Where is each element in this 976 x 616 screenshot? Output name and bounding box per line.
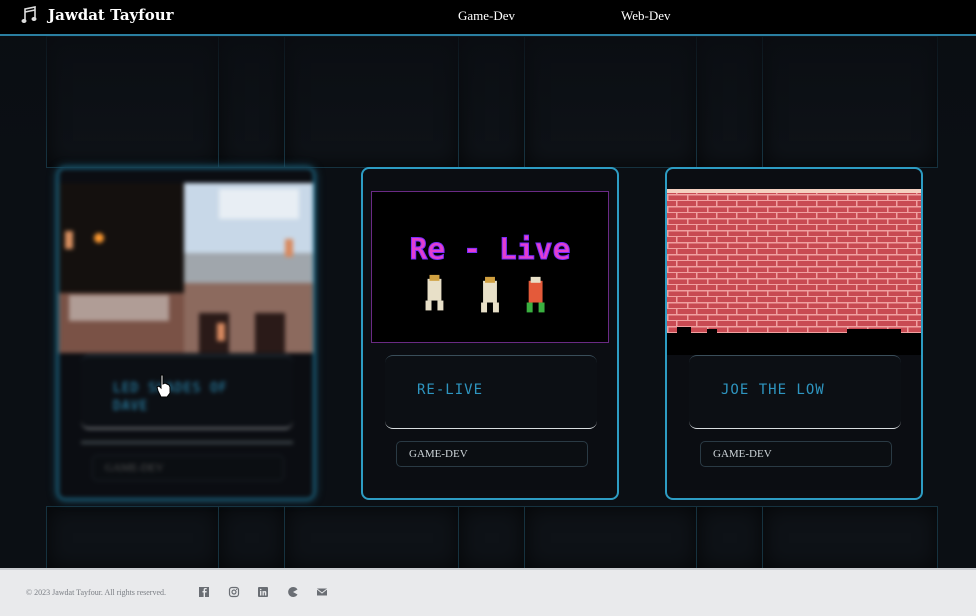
- card-title: JOE THE LOW: [721, 382, 825, 398]
- card-title-box: RE-LIVE: [385, 355, 597, 429]
- card-title-box: LED SHADES OF DAVE: [81, 355, 293, 429]
- music-note-icon: [21, 6, 37, 23]
- footer: © 2023 Jawdat Tayfour. All rights reserv…: [0, 568, 976, 616]
- mail-icon[interactable]: [316, 586, 328, 598]
- nav-link-game-dev[interactable]: Game-Dev: [458, 8, 515, 24]
- brand-name: Jawdat Tayfour: [48, 6, 174, 24]
- facebook-icon[interactable]: [198, 586, 210, 598]
- card-title: RE-LIVE: [417, 382, 484, 398]
- project-thumbnail: [667, 189, 921, 355]
- instagram-icon[interactable]: [228, 586, 240, 598]
- bg-grid-cell: [696, 506, 764, 568]
- nav-link-web-dev[interactable]: Web-Dev: [621, 8, 671, 24]
- hand-cursor-icon: [156, 374, 171, 398]
- card-tag[interactable]: GAME-DEV: [92, 455, 284, 481]
- bg-grid-cell: [284, 506, 460, 568]
- card-divider: [81, 441, 293, 444]
- card-tag[interactable]: GAME-DEV: [700, 441, 892, 467]
- pacman-icon[interactable]: [287, 586, 299, 598]
- bg-grid-cell: [458, 506, 526, 568]
- navbar: Jawdat Tayfour Game-Dev Web-Dev: [0, 0, 976, 36]
- linkedin-icon[interactable]: [257, 586, 269, 598]
- project-card[interactable]: Re - Live RE-LIVE GAME-DEV: [361, 167, 619, 500]
- top-shade: [0, 36, 976, 156]
- thumb-logo-text: Re - Live: [409, 231, 570, 266]
- card-title: LED SHADES OF DAVE: [113, 381, 228, 414]
- brand[interactable]: Jawdat Tayfour: [20, 5, 174, 25]
- bg-grid-cell: [46, 506, 220, 568]
- card-tag[interactable]: GAME-DEV: [396, 441, 588, 467]
- bg-grid-cell: [762, 506, 938, 568]
- bg-grid-cell: [218, 506, 286, 568]
- project-thumbnail: Re - Live: [371, 191, 609, 343]
- card-title-box: JOE THE LOW: [689, 355, 901, 429]
- copyright-text: © 2023 Jawdat Tayfour. All rights reserv…: [26, 588, 167, 597]
- project-thumbnail: [59, 183, 313, 353]
- project-card[interactable]: JOE THE LOW GAME-DEV: [665, 167, 923, 500]
- project-gallery: LED SHADES OF DAVE GAME-DEV Re - Live RE…: [0, 36, 976, 568]
- bg-grid-cell: [524, 506, 698, 568]
- project-card[interactable]: LED SHADES OF DAVE GAME-DEV: [57, 167, 315, 500]
